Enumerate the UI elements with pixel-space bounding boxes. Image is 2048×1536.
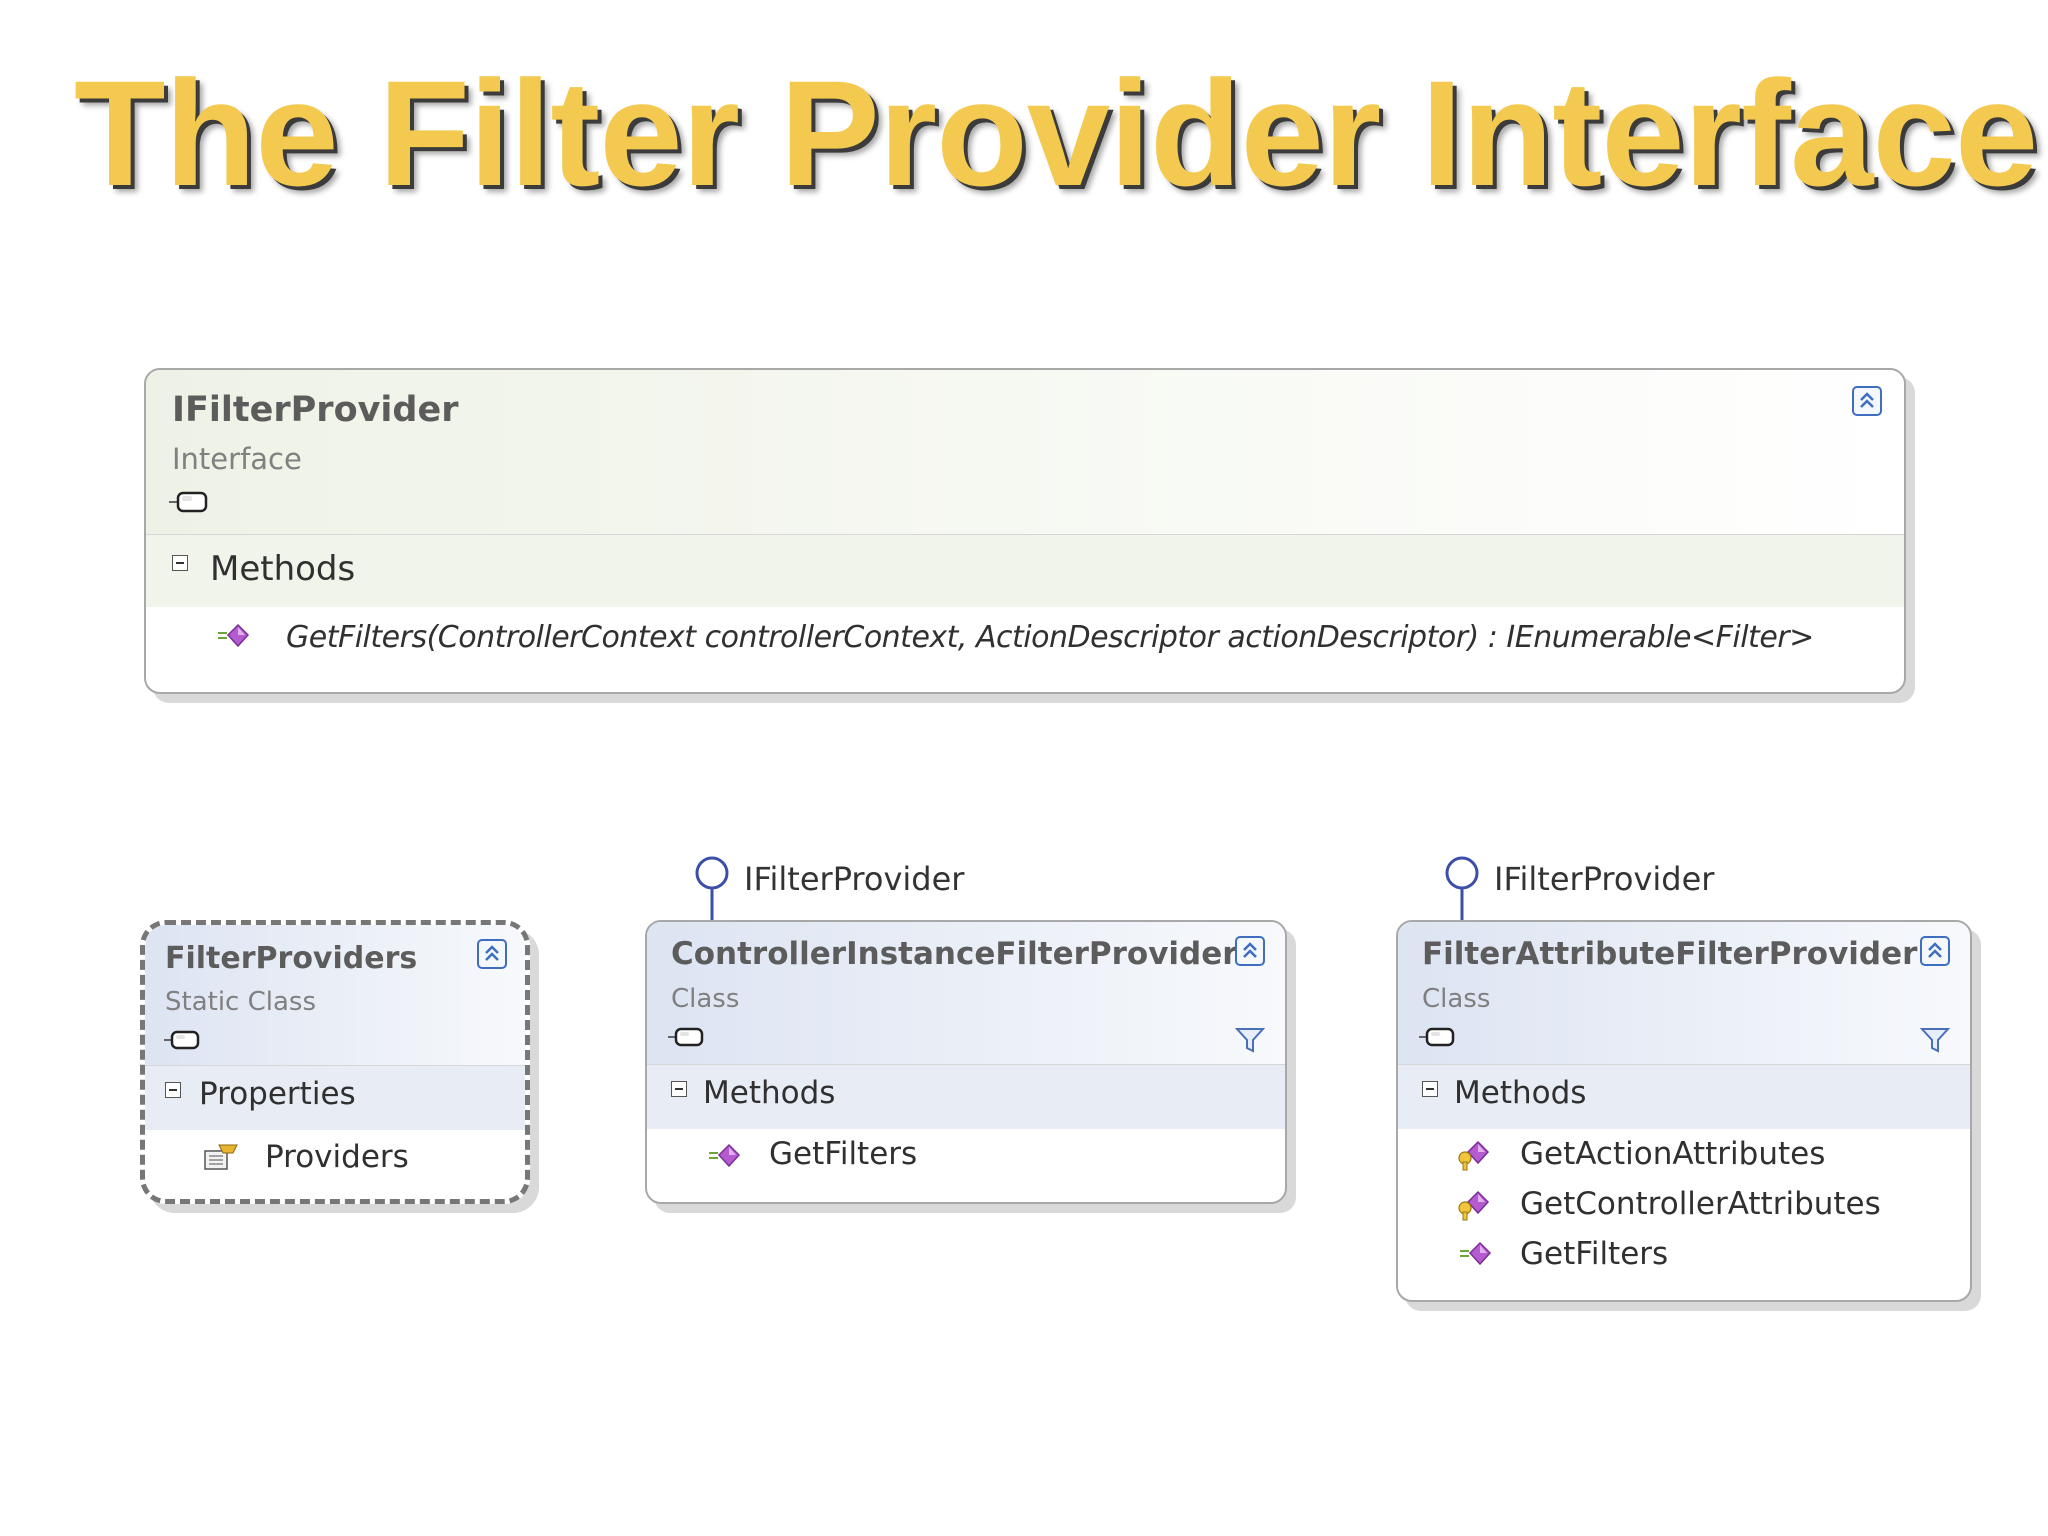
method-row[interactable]: GetFilters(ControllerContext controllerC…	[146, 606, 1904, 676]
type-icon	[164, 1030, 200, 1050]
filterattributefilterprovider-class-box[interactable]: FilterAttributeFilterProvider Class Meth…	[1396, 920, 1972, 1302]
class-header: FilterProviders Static Class	[145, 925, 525, 1065]
section-label: Methods	[210, 549, 356, 589]
methods-section-header[interactable]: Methods	[1398, 1064, 1970, 1129]
method-row[interactable]: GetFilters	[647, 1130, 1285, 1184]
public-method-icon	[1460, 1241, 1492, 1266]
class-kind: Class	[1422, 984, 1491, 1014]
method-name: GetFilters	[769, 1136, 918, 1172]
double-chevron-up-icon	[1243, 942, 1257, 958]
implemented-interface-label: IFilterProvider	[1494, 860, 1715, 898]
class-name: FilterAttributeFilterProvider	[1422, 936, 1918, 972]
property-name: Providers	[265, 1139, 409, 1175]
filter-icon[interactable]	[1920, 1026, 1950, 1054]
class-kind: Class	[671, 984, 740, 1014]
collapse-section-icon[interactable]	[172, 555, 188, 571]
properties-section-header[interactable]: Properties	[145, 1065, 525, 1130]
interface-lollipop-icon	[695, 856, 729, 920]
class-header: IFilterProvider Interface	[146, 370, 1904, 534]
collapse-section-icon[interactable]	[1422, 1081, 1438, 1097]
collapse-button[interactable]	[1852, 386, 1882, 416]
double-chevron-up-icon	[1860, 392, 1874, 408]
methods-section-header[interactable]: Methods	[146, 534, 1904, 607]
method-name: GetActionAttributes	[1520, 1136, 1826, 1172]
section-label: Methods	[1454, 1075, 1587, 1111]
collapse-section-icon[interactable]	[671, 1081, 687, 1097]
method-row[interactable]: GetActionAttributes	[1398, 1130, 1970, 1180]
class-name: ControllerInstanceFilterProvider	[671, 936, 1238, 972]
collapse-section-icon[interactable]	[165, 1082, 181, 1098]
method-row[interactable]: GetFilters	[1398, 1230, 1970, 1280]
method-name: GetFilters	[1520, 1236, 1669, 1272]
protected-method-icon	[1458, 1190, 1490, 1221]
class-kind: Static Class	[165, 987, 317, 1017]
ifilterprovider-interface-box[interactable]: IFilterProvider Interface Methods GetFil…	[144, 368, 1906, 694]
section-label: Properties	[199, 1076, 356, 1112]
collapse-button[interactable]	[1920, 936, 1950, 966]
method-signature: GetFilters(ControllerContext controllerC…	[286, 620, 1814, 655]
collapse-button[interactable]	[477, 939, 507, 969]
class-header: FilterAttributeFilterProvider Class	[1398, 922, 1970, 1064]
property-row[interactable]: Providers	[145, 1131, 525, 1187]
public-method-icon	[709, 1143, 741, 1168]
filter-icon[interactable]	[1235, 1026, 1265, 1054]
type-icon	[668, 1027, 704, 1047]
class-name: FilterProviders	[165, 941, 418, 976]
slide-title: The Filter Provider Interface	[74, 49, 2038, 217]
section-label: Methods	[703, 1075, 836, 1111]
static-property-icon	[204, 1144, 238, 1170]
double-chevron-up-icon	[485, 945, 499, 961]
protected-method-icon	[1458, 1140, 1490, 1171]
implemented-interface-label: IFilterProvider	[744, 860, 965, 898]
method-name: GetControllerAttributes	[1520, 1186, 1881, 1222]
method-row[interactable]: GetControllerAttributes	[1398, 1180, 1970, 1230]
class-header: ControllerInstanceFilterProvider Class	[647, 922, 1285, 1064]
type-icon	[1419, 1027, 1455, 1047]
methods-section-header[interactable]: Methods	[647, 1064, 1285, 1129]
public-method-icon	[218, 623, 250, 648]
double-chevron-up-icon	[1928, 942, 1942, 958]
class-kind: Interface	[172, 442, 302, 476]
type-icon	[169, 491, 208, 513]
filterproviders-class-box[interactable]: FilterProviders Static Class Properties …	[140, 920, 530, 1204]
interface-lollipop-icon	[1445, 856, 1479, 920]
class-name: IFilterProvider	[172, 390, 459, 430]
controllerinstancefilterprovider-class-box[interactable]: ControllerInstanceFilterProvider Class M…	[645, 920, 1287, 1204]
collapse-button[interactable]	[1235, 936, 1265, 966]
